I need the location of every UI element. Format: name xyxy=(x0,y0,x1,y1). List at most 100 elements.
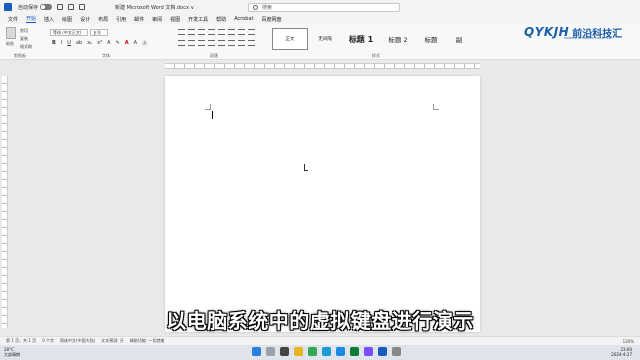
page-count[interactable]: 第 1 页，共 1 页 xyxy=(6,338,36,344)
app-icon-2[interactable] xyxy=(364,347,373,356)
style-heading-1[interactable]: 标题 1 xyxy=(342,28,380,50)
accessibility-status[interactable]: 辅助功能: 一切就绪 xyxy=(130,338,165,344)
taskbar-apps xyxy=(252,347,401,356)
redo-icon[interactable] xyxy=(79,4,86,10)
search-placeholder: 搜索 xyxy=(262,5,273,11)
file-explorer-icon[interactable] xyxy=(294,347,303,356)
clock-date: 2024-4-27 xyxy=(611,352,632,357)
multilevel-list-icon[interactable] xyxy=(198,29,205,35)
show-marks-icon[interactable] xyxy=(248,29,255,35)
font-name-select[interactable]: 等线 (中文正文) xyxy=(50,29,88,36)
document-title[interactable]: 新建 Microsoft Word 文档.docx ∨ xyxy=(115,4,194,11)
clipboard-group: 剪切 复制 格式刷 粘贴 xyxy=(4,26,40,54)
search-input[interactable]: 搜索 xyxy=(248,3,400,12)
edge-icon[interactable] xyxy=(322,347,331,356)
tab-insert[interactable]: 插入 xyxy=(44,16,54,23)
chinese-layout-icon[interactable] xyxy=(228,29,235,35)
align-left-icon[interactable] xyxy=(178,40,185,46)
font-group-label: 字体 xyxy=(102,53,110,58)
weather-desc: 大部晴朗 xyxy=(4,352,20,357)
char-shading-button[interactable]: A xyxy=(134,40,137,47)
document-page[interactable] xyxy=(165,76,480,332)
tab-view[interactable]: 视图 xyxy=(170,16,180,23)
underline-button[interactable]: U xyxy=(67,40,71,47)
highlight-button[interactable]: ✎ xyxy=(116,40,120,47)
style-title[interactable]: 标题 xyxy=(416,28,446,50)
logo-english: QYKJH xyxy=(524,25,570,39)
word-count[interactable]: 0 个字 xyxy=(42,338,54,344)
crop-mark-top-right xyxy=(433,104,439,110)
shading-icon[interactable] xyxy=(238,40,245,46)
tab-developer[interactable]: 开发工具 xyxy=(188,16,208,23)
word-icon xyxy=(4,3,12,11)
font-color-button[interactable]: A xyxy=(125,40,129,47)
crop-mark-top-left xyxy=(205,104,211,110)
copy-button[interactable]: 复制 xyxy=(20,36,28,42)
style-normal[interactable]: 正文 xyxy=(272,28,308,50)
strikethrough-button[interactable]: ab xyxy=(76,40,82,47)
settings-icon[interactable] xyxy=(392,347,401,356)
numbering-icon[interactable] xyxy=(188,29,195,35)
tab-references[interactable]: 引用 xyxy=(116,16,126,23)
paragraph-group xyxy=(178,29,258,49)
tab-design[interactable]: 设计 xyxy=(80,16,90,23)
font-size-select[interactable]: 五号 xyxy=(90,29,108,36)
status-bar: 第 1 页，共 1 页 0 个字 简体中文(中国大陆) 文本预测: 开 辅助功能… xyxy=(0,336,640,345)
format-painter-button[interactable]: 格式刷 xyxy=(20,44,32,50)
borders-icon[interactable] xyxy=(248,40,255,46)
tab-layout[interactable]: 布局 xyxy=(98,16,108,23)
italic-button[interactable]: I xyxy=(61,40,62,47)
tab-draw[interactable]: 绘图 xyxy=(62,16,72,23)
clock[interactable]: 23:00 2024-4-27 xyxy=(611,347,632,357)
word-taskbar-icon[interactable] xyxy=(378,347,387,356)
tab-home[interactable]: 开始 xyxy=(26,15,37,23)
bold-button[interactable]: B xyxy=(52,40,56,47)
decrease-indent-icon[interactable] xyxy=(208,29,215,35)
language[interactable]: 简体中文(中国大陆) xyxy=(60,338,95,344)
tab-acrobat[interactable]: Acrobat xyxy=(234,16,253,22)
tab-help[interactable]: 帮助 xyxy=(216,16,226,23)
subscript-button[interactable]: x₂ xyxy=(87,40,92,47)
sort-icon[interactable] xyxy=(238,29,245,35)
tab-baidu-netdisk[interactable]: 百度网盘 xyxy=(261,16,281,23)
undo-icon[interactable] xyxy=(68,4,75,10)
line-spacing-icon[interactable] xyxy=(228,40,235,46)
text-effects-button[interactable]: A xyxy=(107,40,110,47)
style-subtitle[interactable]: 副 xyxy=(448,28,470,50)
tab-review[interactable]: 审阅 xyxy=(152,16,162,23)
increase-indent-icon[interactable] xyxy=(218,29,225,35)
cut-button[interactable]: 剪切 xyxy=(20,28,28,34)
paste-button[interactable] xyxy=(6,27,16,39)
bullets-icon[interactable] xyxy=(178,29,185,35)
styles-group-label: 样式 xyxy=(372,53,380,58)
search-icon[interactable] xyxy=(266,347,275,356)
video-subtitle: 以电脑系统中的虚拟键盘进行演示 xyxy=(166,309,474,333)
save-icon[interactable] xyxy=(57,4,64,10)
align-center-icon[interactable] xyxy=(188,40,195,46)
logo-subtitle: FRONTIER TECHNOLOGY COLLECTION xyxy=(564,37,612,40)
enclose-char-button[interactable]: Ⓐ xyxy=(142,40,147,47)
clipboard-group-label: 剪贴板 xyxy=(14,53,26,58)
autosave-toggle[interactable] xyxy=(40,4,53,10)
start-icon[interactable] xyxy=(252,347,261,356)
brand-logo: QYKJH 前沿科技汇 FRONTIER TECHNOLOGY COLLECTI… xyxy=(524,23,636,41)
superscript-button[interactable]: x² xyxy=(97,40,102,47)
align-right-icon[interactable] xyxy=(198,40,205,46)
tab-file[interactable]: 文件 xyxy=(8,16,18,23)
paste-label: 粘贴 xyxy=(6,41,14,46)
app-icon[interactable] xyxy=(336,347,345,356)
mouse-pointer-icon xyxy=(304,164,308,171)
zoom-level[interactable]: 120% xyxy=(623,339,634,344)
text-prediction[interactable]: 文本预测: 开 xyxy=(101,338,124,344)
weather-widget[interactable]: 28°C 大部晴朗 xyxy=(4,347,20,357)
tab-mailings[interactable]: 邮件 xyxy=(134,16,144,23)
task-view-icon[interactable] xyxy=(280,347,289,356)
wechat-icon[interactable] xyxy=(350,347,359,356)
style-no-spacing[interactable]: 无间隔 xyxy=(310,28,340,50)
autosave-label: 自动保存 xyxy=(18,4,39,11)
style-heading-2[interactable]: 标题 2 xyxy=(382,28,414,50)
justify-icon[interactable] xyxy=(208,40,215,46)
distributed-icon[interactable] xyxy=(218,40,225,46)
search-icon xyxy=(253,5,258,10)
chrome-icon[interactable] xyxy=(308,347,317,356)
